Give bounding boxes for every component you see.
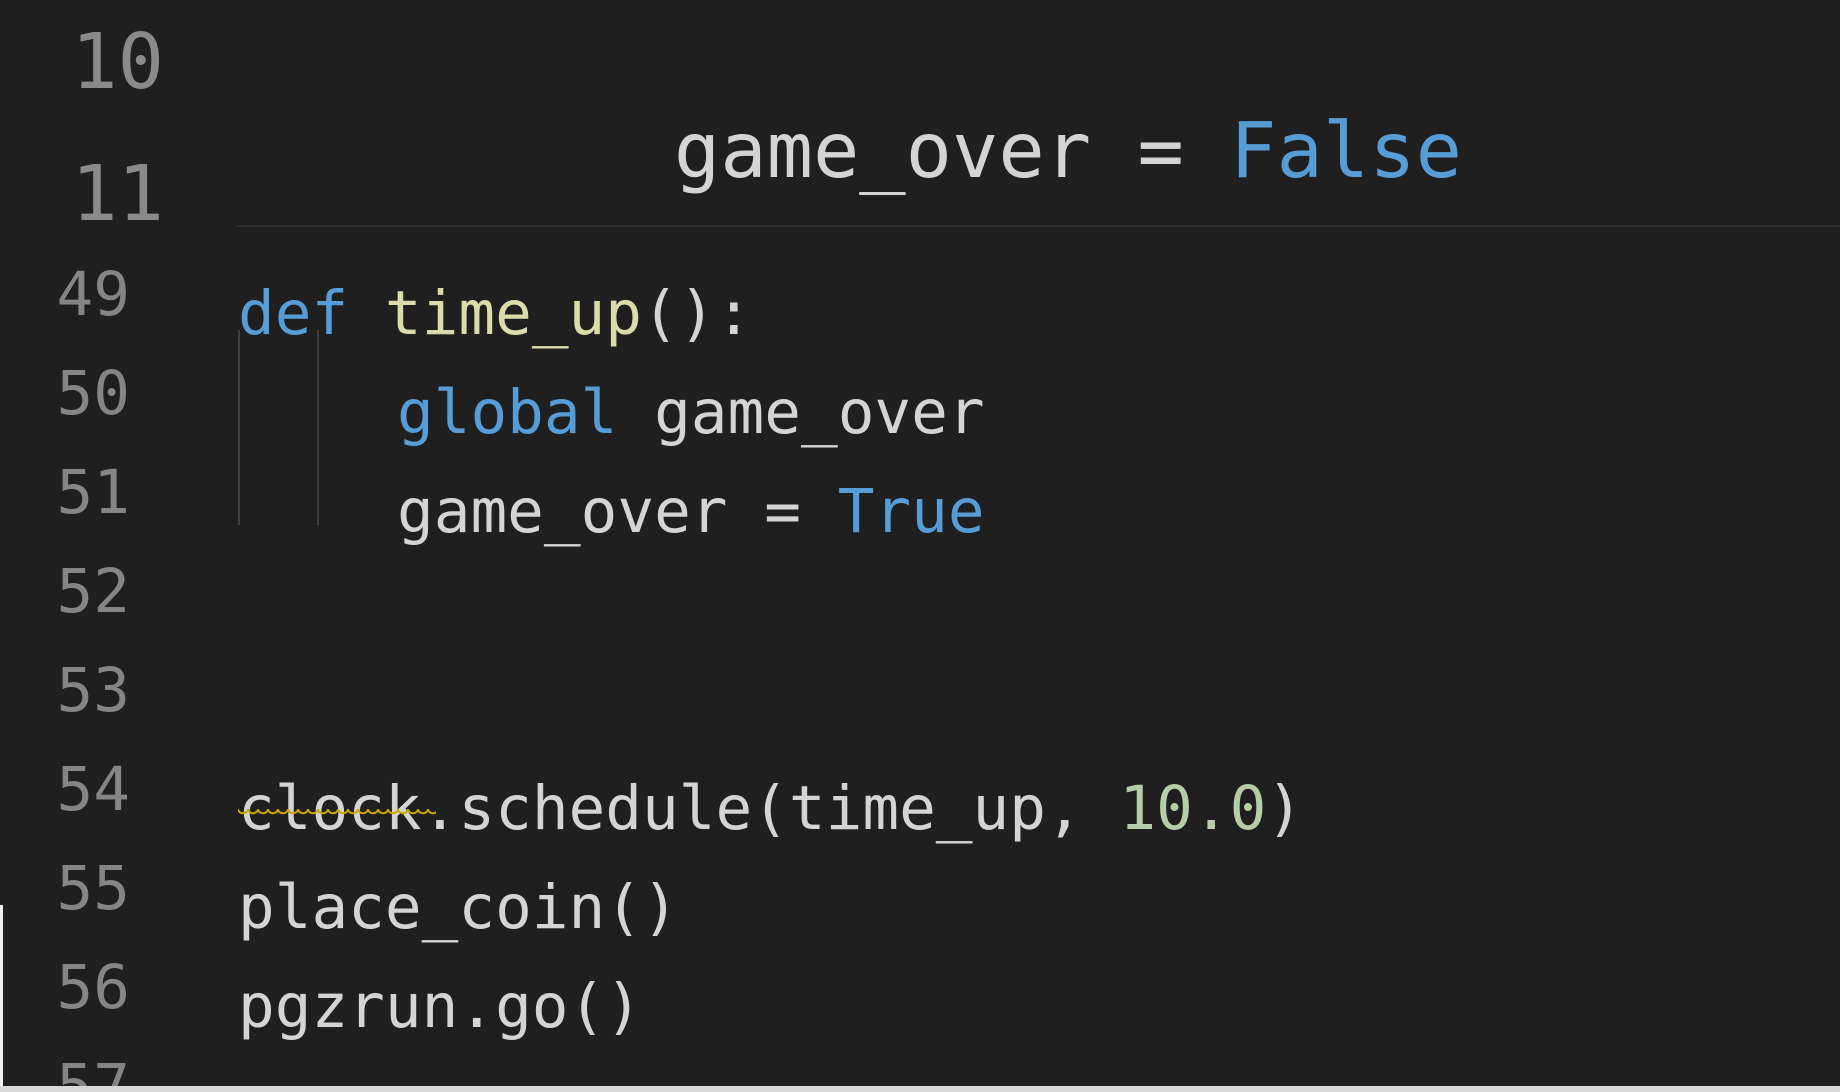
code-line[interactable]: 51 game_over = True xyxy=(0,438,1840,547)
line-number: 55 xyxy=(56,853,130,924)
line-number: 51 xyxy=(56,457,130,528)
code-line[interactable]: 49 def time_up(): xyxy=(0,240,1840,349)
code-line[interactable]: 55 place_coin() xyxy=(0,834,1840,943)
line-number: 11 xyxy=(71,150,164,225)
code-line[interactable]: 57 xyxy=(0,1032,1840,1086)
warning-squiggle[interactable] xyxy=(238,809,436,817)
sticky-line[interactable]: 10 game_over = False xyxy=(0,18,1840,196)
code-line[interactable]: 56 pgzrun.go() xyxy=(0,933,1840,1042)
line-number: 57 xyxy=(0,1051,130,1086)
code-line[interactable]: 50 global game_over xyxy=(0,339,1840,448)
line-number: 54 xyxy=(56,754,130,825)
bottom-border xyxy=(0,1086,1840,1092)
line-number: 10 xyxy=(71,18,164,107)
line-number: 52 xyxy=(56,556,130,627)
sticky-scroll-header[interactable]: 10 game_over = False 11 xyxy=(0,0,1840,225)
sticky-scroll-divider xyxy=(236,225,1840,227)
sticky-line[interactable]: 11 xyxy=(0,150,1840,225)
line-number: 53 xyxy=(56,655,130,726)
line-number: 50 xyxy=(56,358,130,429)
editor-edge xyxy=(0,905,3,1086)
code-line[interactable]: 52 xyxy=(0,537,1840,627)
code-line[interactable]: 54 clock.schedule(time_up, 10.0) xyxy=(0,735,1840,844)
line-number: 49 xyxy=(56,259,130,330)
line-number: 56 xyxy=(56,952,130,1023)
code-editor[interactable]: 10 game_over = False 11 49 def time_up()… xyxy=(0,0,1840,1086)
code-line[interactable]: 53 xyxy=(0,636,1840,726)
